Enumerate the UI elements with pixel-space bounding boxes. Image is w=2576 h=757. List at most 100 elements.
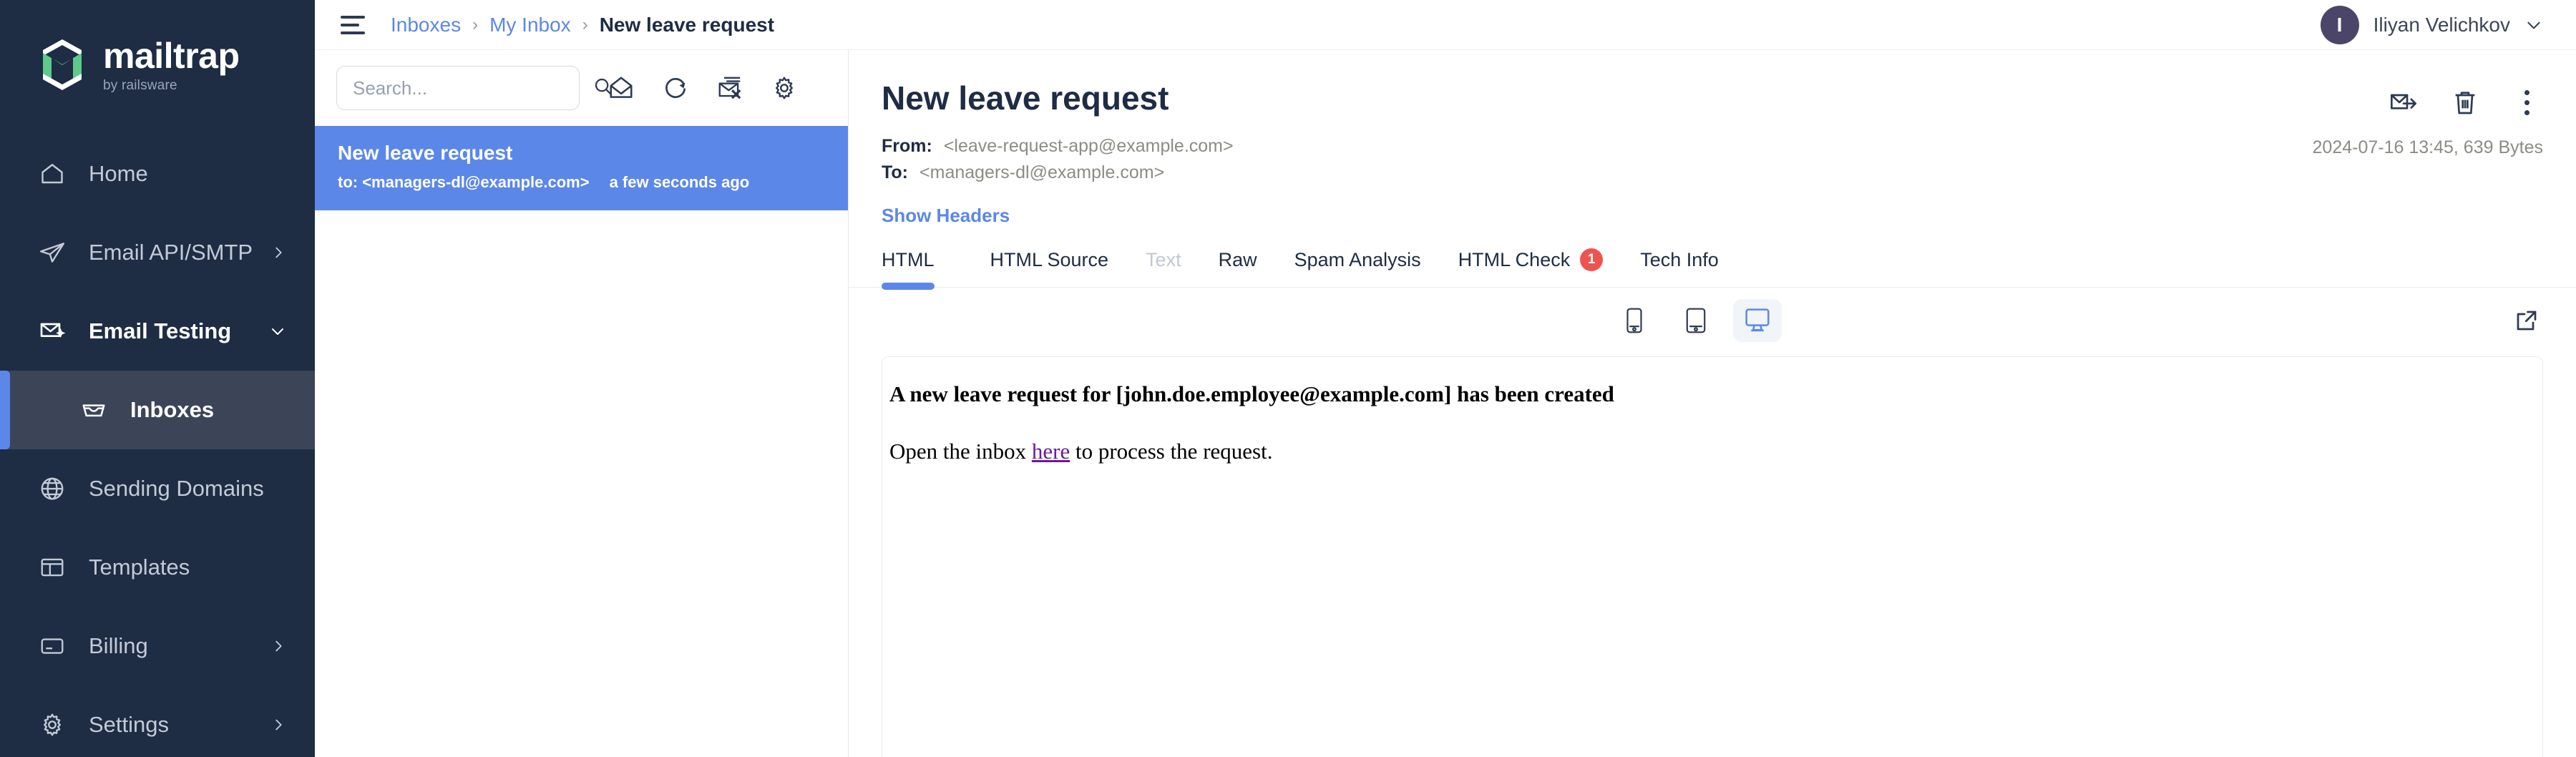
open-in-new-window-button[interactable] bbox=[2510, 304, 2543, 337]
message-list-item[interactable]: New leave request to: <managers-dl@examp… bbox=[315, 126, 848, 210]
from-label: From: bbox=[882, 136, 932, 156]
message-meta: to: <managers-dl@example.com> a few seco… bbox=[338, 173, 825, 192]
delete-all-button[interactable] bbox=[710, 68, 750, 108]
tab-spam-analysis[interactable]: Spam Analysis bbox=[1276, 249, 1440, 287]
sidebar-nav: Home Email API/SMTP Email Testing Inboxe… bbox=[0, 135, 315, 757]
sidebar-item-home[interactable]: Home bbox=[0, 135, 315, 213]
sidebar-item-label: Templates bbox=[89, 555, 190, 580]
sidebar-item-sending-domains[interactable]: Sending Domains bbox=[0, 449, 315, 528]
user-menu[interactable]: I Iliyan Velichkov bbox=[2320, 5, 2543, 44]
brand-logo[interactable]: mailtrap by railsware bbox=[0, 0, 315, 126]
preview-desktop-button[interactable] bbox=[1733, 299, 1782, 342]
message-subject: New leave request bbox=[338, 142, 513, 164]
from-value: <leave-request-app@example.com> bbox=[943, 136, 1234, 156]
email-heading: A new leave request for [john.doe.employ… bbox=[889, 381, 1614, 406]
sidebar-item-label: Inboxes bbox=[130, 397, 215, 422]
sidebar-item-label: Home bbox=[89, 161, 148, 186]
tab-html-check[interactable]: HTML Check 1 bbox=[1440, 248, 1622, 287]
mailtrap-logo-icon bbox=[37, 34, 87, 95]
email-text-after: to process the request. bbox=[1070, 439, 1273, 464]
from-line: From: <leave-request-app@example.com> bbox=[882, 136, 2313, 157]
to-value: <managers-dl@example.com> bbox=[919, 162, 1165, 182]
to-label: To: bbox=[882, 162, 909, 182]
tab-label: Spam Analysis bbox=[1294, 249, 1421, 270]
sidebar-item-label: Billing bbox=[89, 633, 148, 658]
status-badge: 1 bbox=[1580, 248, 1604, 271]
sidebar-item-email-api-smtp[interactable]: Email API/SMTP bbox=[0, 213, 315, 292]
email-preview-frame: A new leave request for [john.doe.employ… bbox=[882, 356, 2543, 757]
message-detail-panel: New leave request From: <leave-request-a… bbox=[849, 50, 2576, 757]
avatar: I bbox=[2320, 5, 2359, 44]
inbox-icon bbox=[79, 396, 109, 424]
preview-mobile-button[interactable] bbox=[1610, 299, 1659, 342]
sidebar-item-settings[interactable]: Settings bbox=[0, 685, 315, 757]
email-inline-link[interactable]: here bbox=[1032, 439, 1070, 464]
tab-label: HTML bbox=[882, 249, 935, 270]
to-line: To: <managers-dl@example.com> bbox=[882, 162, 2313, 183]
tab-label: HTML Source bbox=[990, 249, 1109, 270]
tab-label: Tech Info bbox=[1640, 249, 1719, 270]
toolbar-icon-group bbox=[601, 68, 804, 108]
search-input[interactable] bbox=[353, 77, 592, 99]
sidebar-item-billing[interactable]: Billing bbox=[0, 607, 315, 685]
sidebar-item-templates[interactable]: Templates bbox=[0, 528, 315, 607]
breadcrumb: Inboxes › My Inbox › New leave request bbox=[391, 14, 774, 36]
breadcrumb-separator: › bbox=[582, 14, 588, 34]
breadcrumb-item-inboxes[interactable]: Inboxes bbox=[391, 14, 461, 36]
sidebar: mailtrap by railsware Home Email API/SMT… bbox=[0, 0, 315, 757]
breadcrumb-separator: › bbox=[472, 14, 479, 34]
mark-all-read-button[interactable] bbox=[601, 68, 641, 108]
tab-label: Raw bbox=[1218, 249, 1257, 270]
message-recipient: to: <managers-dl@example.com> bbox=[338, 173, 590, 191]
billing-card-icon bbox=[37, 633, 67, 660]
breadcrumb-item-my-inbox[interactable]: My Inbox bbox=[489, 14, 571, 36]
hamburger-icon[interactable] bbox=[341, 10, 371, 40]
forward-button[interactable] bbox=[2387, 86, 2420, 119]
tab-html[interactable]: HTML bbox=[882, 249, 953, 290]
main-area: Inboxes › My Inbox › New leave request I… bbox=[315, 0, 2576, 757]
tab-raw[interactable]: Raw bbox=[1200, 249, 1276, 287]
tab-html-source[interactable]: HTML Source bbox=[972, 249, 1128, 287]
chevron-down-icon bbox=[2524, 16, 2543, 34]
user-name: Iliyan Velichkov bbox=[2373, 13, 2510, 36]
gear-icon bbox=[37, 711, 67, 738]
brand-tagline: by railsware bbox=[103, 77, 177, 93]
email-paragraph: Open the inbox here to process the reque… bbox=[889, 439, 2535, 464]
app-root: mailtrap by railsware Home Email API/SMT… bbox=[0, 0, 2576, 757]
search-field[interactable] bbox=[336, 66, 613, 110]
email-testing-icon bbox=[37, 317, 67, 346]
preview-tablet-button[interactable] bbox=[1672, 299, 1720, 342]
gear-icon[interactable] bbox=[764, 68, 804, 108]
tab-text: Text bbox=[1127, 249, 1200, 287]
email-body: A new leave request for [john.doe.employ… bbox=[889, 381, 2535, 464]
chevron-down-icon bbox=[265, 323, 286, 340]
globe-icon bbox=[37, 475, 67, 502]
message-timestamp-size: 2024-07-16 13:45, 639 Bytes bbox=[2312, 137, 2543, 157]
tab-label: HTML Check bbox=[1458, 248, 1571, 270]
message-list-toolbar bbox=[315, 50, 848, 126]
sidebar-item-label: Email Testing bbox=[89, 318, 232, 343]
email-text-before: Open the inbox bbox=[889, 439, 1032, 464]
sidebar-item-label: Sending Domains bbox=[89, 476, 264, 501]
message-list-panel: New leave request to: <managers-dl@examp… bbox=[315, 50, 849, 757]
sidebar-item-label: Email API/SMTP bbox=[89, 240, 253, 265]
sidebar-item-email-testing[interactable]: Email Testing bbox=[0, 292, 315, 371]
brand-name: mailtrap bbox=[103, 35, 240, 76]
templates-icon bbox=[37, 554, 67, 581]
tab-label: Text bbox=[1146, 249, 1181, 270]
preview-toolbar bbox=[849, 288, 2576, 349]
more-options-button[interactable] bbox=[2510, 86, 2543, 119]
detail-header: New leave request From: <leave-request-a… bbox=[849, 50, 2576, 227]
page-title: New leave request bbox=[882, 79, 1169, 117]
delete-button[interactable] bbox=[2449, 86, 2482, 119]
refresh-button[interactable] bbox=[655, 68, 696, 108]
tab-tech-info[interactable]: Tech Info bbox=[1621, 249, 1737, 287]
show-headers-link[interactable]: Show Headers bbox=[882, 205, 1010, 227]
message-time: a few seconds ago bbox=[609, 173, 750, 191]
sidebar-item-inboxes[interactable]: Inboxes bbox=[0, 371, 315, 449]
send-icon bbox=[37, 239, 67, 266]
tab-bar: HTML HTML Source Text Raw Spam Analysis bbox=[849, 248, 2576, 290]
detail-actions bbox=[2387, 79, 2543, 119]
chevron-right-icon bbox=[265, 717, 286, 733]
chevron-right-icon bbox=[265, 638, 286, 654]
